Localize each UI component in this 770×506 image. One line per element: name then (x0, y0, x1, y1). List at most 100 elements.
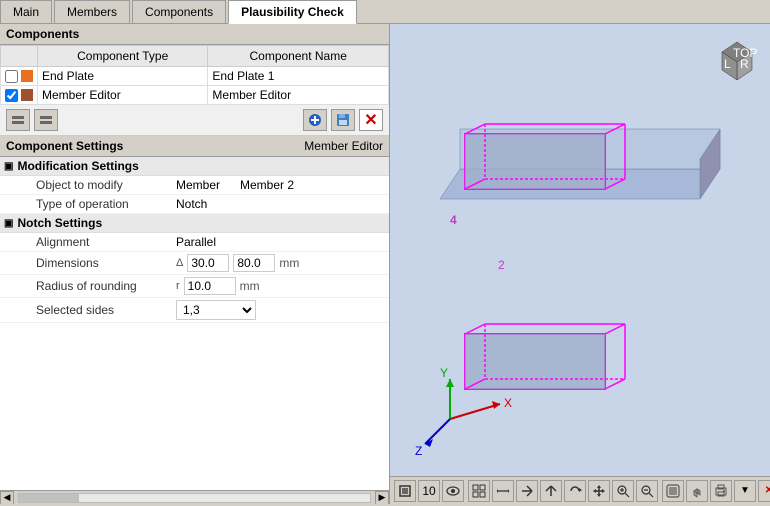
svg-text:L: L (724, 57, 731, 71)
row2-checkbox[interactable] (5, 89, 18, 102)
svg-text:2: 2 (498, 258, 505, 272)
radius-unit: mm (240, 279, 260, 293)
fit-all-button[interactable] (468, 480, 490, 502)
object-value2: Member 2 (240, 178, 294, 192)
row1-check-cell[interactable] (1, 67, 38, 86)
lower-notch (465, 324, 625, 389)
row2-check-cell[interactable] (1, 86, 38, 105)
row2-name: Member Editor (208, 86, 389, 105)
move-up-button[interactable] (6, 109, 30, 131)
col-type-header: Component Type (38, 46, 208, 67)
scroll-left-arrow[interactable]: ◀ (0, 491, 14, 505)
prop-type-operation: Type of operation Notch (0, 195, 389, 214)
components-table-area: Component Type Component Name End Plate (0, 45, 389, 105)
x-view-button[interactable] (516, 480, 538, 502)
home-view-button[interactable] (394, 480, 416, 502)
row2-type: Member Editor (38, 86, 208, 105)
scroll-right-arrow[interactable]: ▶ (375, 491, 389, 505)
prop-value-object: Member Member 2 (172, 176, 389, 194)
tab-plausibility-check[interactable]: Plausibility Check (228, 0, 357, 24)
move-down-button[interactable] (34, 109, 58, 131)
nav-cube[interactable]: TOP R L (712, 32, 762, 82)
dim-input2[interactable] (233, 254, 275, 272)
svg-text:Z: Z (415, 444, 422, 458)
tab-main[interactable]: Main (0, 0, 52, 23)
svg-text:R: R (740, 57, 749, 71)
col-check (1, 46, 38, 67)
rotate-button[interactable] (564, 480, 586, 502)
prop-value-type: Notch (172, 195, 389, 213)
save-button[interactable] (331, 109, 355, 131)
sides-select[interactable]: 1,3 2,4 1,2,3,4 (176, 300, 256, 320)
zoom-level-button[interactable]: 10 (418, 480, 440, 502)
print-button[interactable] (710, 480, 732, 502)
props-title: Component Settings (6, 139, 123, 153)
prop-alignment: Alignment Parallel (0, 233, 389, 252)
render-mode-button[interactable] (662, 480, 684, 502)
components-header: Components (0, 24, 389, 45)
props-header: Component Settings Member Editor (0, 136, 389, 157)
viewport-3d: TOP R L (390, 24, 770, 504)
prop-object-to-modify: Object to modify Member Member 2 (0, 176, 389, 195)
zoom-in-button[interactable] (612, 480, 634, 502)
prop-name-alignment: Alignment (32, 233, 172, 251)
bottom-scrollbar[interactable]: ◀ ▶ (0, 490, 389, 504)
zoom-out-button[interactable] (636, 480, 658, 502)
delete-button[interactable]: ✕ (359, 109, 383, 131)
prop-name-type: Type of operation (32, 195, 172, 213)
prop-value-dimensions: Δ mm (172, 252, 389, 274)
row1-checkbox[interactable] (5, 70, 18, 83)
dim-input1[interactable] (187, 254, 229, 272)
object-value1: Member (176, 178, 220, 192)
fit-width-button[interactable] (492, 480, 514, 502)
tab-bar: Main Members Components Plausibility Che… (0, 0, 770, 24)
add-button[interactable] (303, 109, 327, 131)
type-value: Notch (176, 197, 207, 211)
settings-gear-button[interactable]: ▼ (734, 480, 756, 502)
dim-symbol: Δ (176, 257, 183, 269)
z-view-button[interactable] (540, 480, 562, 502)
col-name-header: Component Name (208, 46, 389, 67)
main-layout: Components Component Type Component Name (0, 24, 770, 504)
tab-members[interactable]: Members (54, 0, 130, 23)
modification-settings-section[interactable]: ▣ Modification Settings (0, 157, 389, 176)
row2-color (21, 89, 33, 101)
components-toolbar: ✕ (0, 105, 389, 136)
properties-area: Component Settings Member Editor ▣ Modif… (0, 136, 389, 490)
cube-view-button[interactable] (686, 480, 708, 502)
right-panel: TOP R L (390, 24, 770, 504)
alignment-value: Parallel (176, 235, 216, 249)
notch-toggle-icon: ▣ (4, 218, 13, 229)
row1-color (21, 70, 33, 82)
svg-text:Y: Y (440, 366, 448, 380)
scroll-track[interactable] (18, 493, 371, 503)
svg-text:4: 4 (450, 213, 457, 227)
table-row: Member Editor Member Editor (1, 86, 389, 105)
prop-name-object: Object to modify (32, 176, 172, 194)
prop-dimensions: Dimensions Δ mm (0, 252, 389, 275)
prop-value-radius: r mm (172, 275, 389, 297)
scroll-thumb[interactable] (19, 494, 79, 502)
prop-selected-sides: Selected sides 1,3 2,4 1,2,3,4 (0, 298, 389, 323)
notch-section-label: Notch Settings (17, 216, 102, 230)
prop-name-radius: Radius of rounding (32, 277, 172, 295)
row1-type: End Plate (38, 67, 208, 86)
3d-view-svg: 4 2 X Y Z (390, 24, 770, 474)
tab-components[interactable]: Components (132, 0, 226, 23)
prop-value-sides: 1,3 2,4 1,2,3,4 (172, 298, 389, 322)
notch-settings-section[interactable]: ▣ Notch Settings (0, 214, 389, 233)
row1-name: End Plate 1 (208, 67, 389, 86)
prop-name-dimensions: Dimensions (32, 254, 172, 272)
props-subtitle: Member Editor (304, 139, 383, 153)
mod-section-label: Modification Settings (17, 159, 138, 173)
prop-name-sides: Selected sides (32, 301, 172, 319)
cancel-view-button[interactable]: ✕ (758, 480, 770, 502)
prop-value-alignment: Parallel (172, 233, 389, 251)
pan-button[interactable] (588, 480, 610, 502)
radius-input[interactable] (184, 277, 236, 295)
eye-button[interactable] (442, 480, 464, 502)
radius-symbol: r (176, 280, 180, 292)
components-table: Component Type Component Name End Plate (0, 45, 389, 105)
left-panel: Components Component Type Component Name (0, 24, 390, 504)
table-row: End Plate End Plate 1 (1, 67, 389, 86)
